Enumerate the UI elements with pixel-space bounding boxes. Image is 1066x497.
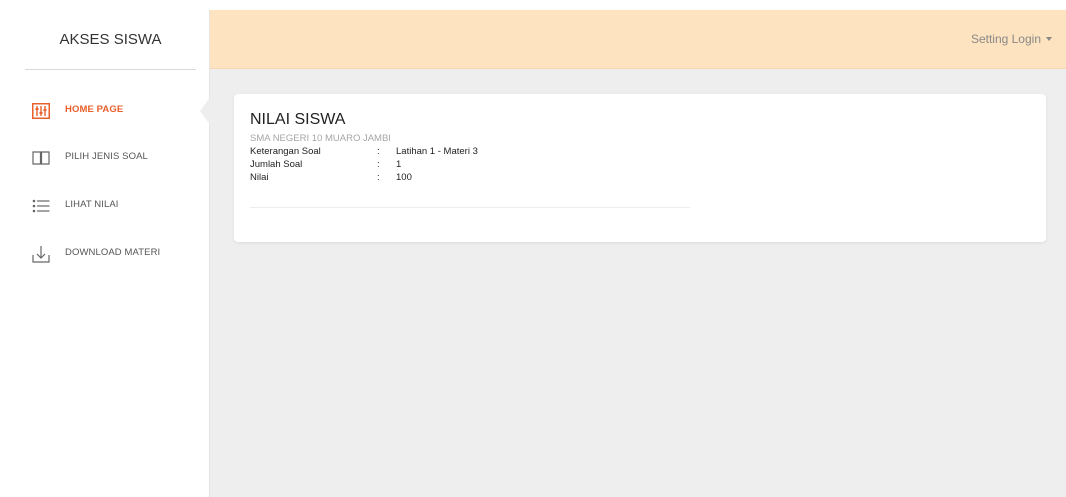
sidebar: AKSES SISWA HOME PAGE PILIH JENIS SOAL L… xyxy=(11,10,210,497)
info-value: 1 xyxy=(396,159,402,170)
setting-login-dropdown[interactable]: Setting Login xyxy=(971,32,1052,46)
info-row-nilai: Nilai : 100 xyxy=(250,172,650,184)
active-indicator xyxy=(200,96,211,126)
info-value: Latihan 1 - Materi 3 xyxy=(396,146,478,157)
top-bar: Setting Login xyxy=(210,10,1066,69)
caret-down-icon xyxy=(1046,37,1052,41)
info-value: 100 xyxy=(396,172,412,183)
info-label: Keterangan Soal xyxy=(250,146,321,157)
sidebar-item-label: HOME PAGE xyxy=(65,104,124,115)
school-name: SMA NEGERI 10 MUARO JAMBI xyxy=(250,133,391,144)
info-row-jumlah-soal: Jumlah Soal : 1 xyxy=(250,159,650,171)
book-icon xyxy=(31,149,51,167)
card-divider xyxy=(250,207,690,208)
setting-login-label: Setting Login xyxy=(970,32,1041,46)
app-frame: AKSES SISWA HOME PAGE PILIH JENIS SOAL L… xyxy=(11,10,1066,497)
sidebar-item-label: LIHAT NILAI xyxy=(65,199,119,210)
score-card: NILAI SISWA SMA NEGERI 10 MUARO JAMBI Ke… xyxy=(234,94,1046,242)
download-icon xyxy=(31,245,51,263)
sidebar-item-lihat-nilai[interactable]: LIHAT NILAI xyxy=(11,191,210,221)
sidebar-brand: AKSES SISWA xyxy=(25,10,196,70)
info-separator: : xyxy=(377,172,380,183)
sidebar-item-home-page[interactable]: HOME PAGE xyxy=(11,96,210,126)
sidebar-item-download-materi[interactable]: DOWNLOAD MATERI xyxy=(11,239,210,269)
list-icon xyxy=(31,197,51,215)
sidebar-item-label: PILIH JENIS SOAL xyxy=(65,151,148,162)
info-row-keterangan-soal: Keterangan Soal : Latihan 1 - Materi 3 xyxy=(250,146,650,158)
info-label: Jumlah Soal xyxy=(250,159,303,170)
sidebar-item-label: DOWNLOAD MATERI xyxy=(65,247,161,258)
info-label: Nilai xyxy=(250,172,269,183)
equalizer-icon xyxy=(31,102,51,120)
info-separator: : xyxy=(377,146,380,157)
card-title: NILAI SISWA xyxy=(250,111,346,128)
sidebar-item-pilih-jenis-soal[interactable]: PILIH JENIS SOAL xyxy=(11,143,210,173)
info-separator: : xyxy=(377,159,380,170)
